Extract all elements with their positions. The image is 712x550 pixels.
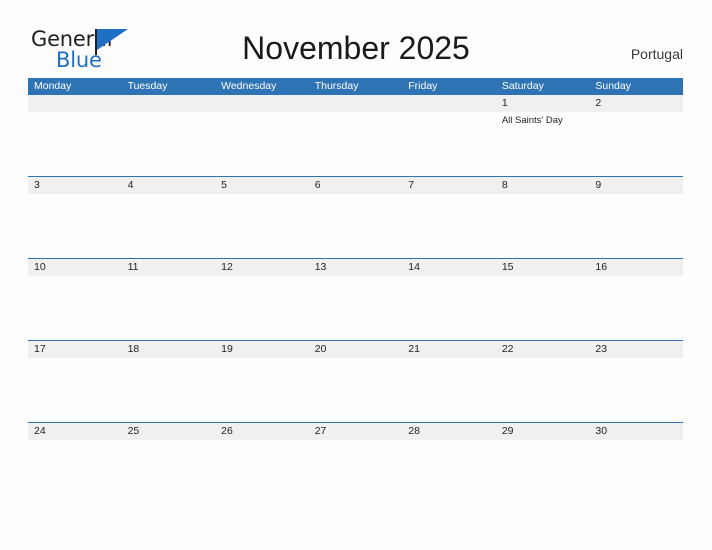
page-header: General Blue November 2025 Portugal: [0, 0, 712, 78]
week-date-band: 3 4 5 6 7 8 9: [28, 177, 683, 194]
week-row: 24 25 26 27 28 29 30: [28, 422, 683, 504]
day-number[interactable]: 14: [402, 259, 496, 276]
day-cell[interactable]: [215, 276, 309, 339]
day-cell[interactable]: [215, 194, 309, 257]
day-number[interactable]: 24: [28, 423, 122, 440]
day-number[interactable]: 18: [122, 341, 216, 358]
calendar-grid: Monday Tuesday Wednesday Thursday Friday…: [28, 78, 683, 504]
day-cell[interactable]: [402, 276, 496, 339]
day-number[interactable]: 20: [309, 341, 403, 358]
day-cell[interactable]: [402, 440, 496, 503]
week-date-band: 10 11 12 13 14 15 16: [28, 259, 683, 276]
day-number[interactable]: 3: [28, 177, 122, 194]
day-cell[interactable]: [28, 440, 122, 503]
region-label: Portugal: [630, 46, 683, 62]
day-number[interactable]: 25: [122, 423, 216, 440]
day-number[interactable]: 16: [589, 259, 683, 276]
day-number[interactable]: 8: [496, 177, 590, 194]
day-cell[interactable]: [122, 358, 216, 421]
week-body-band: All Saints' Day: [28, 112, 683, 175]
day-number[interactable]: 15: [496, 259, 590, 276]
day-number[interactable]: [28, 95, 122, 112]
day-cell[interactable]: [309, 440, 403, 503]
day-number[interactable]: 21: [402, 341, 496, 358]
day-number[interactable]: 2: [589, 95, 683, 112]
day-cell[interactable]: [589, 358, 683, 421]
week-row: 1 2 All Saints' Day: [28, 95, 683, 176]
week-row: 3 4 5 6 7 8 9: [28, 176, 683, 258]
week-body-band: [28, 358, 683, 421]
day-cell[interactable]: [589, 194, 683, 257]
day-number[interactable]: 7: [402, 177, 496, 194]
day-cell[interactable]: [28, 358, 122, 421]
day-number[interactable]: 27: [309, 423, 403, 440]
week-row: 10 11 12 13 14 15 16: [28, 258, 683, 340]
week-body-band: [28, 276, 683, 339]
page-title: November 2025: [242, 30, 470, 66]
day-cell[interactable]: [215, 358, 309, 421]
day-number[interactable]: 28: [402, 423, 496, 440]
day-cell[interactable]: [28, 112, 122, 175]
day-number[interactable]: 26: [215, 423, 309, 440]
day-number[interactable]: 23: [589, 341, 683, 358]
day-cell[interactable]: [496, 276, 590, 339]
day-cell[interactable]: [28, 276, 122, 339]
day-number[interactable]: [215, 95, 309, 112]
day-number[interactable]: 9: [589, 177, 683, 194]
day-cell[interactable]: [402, 194, 496, 257]
week-date-band: 17 18 19 20 21 22 23: [28, 341, 683, 358]
day-cell[interactable]: [309, 276, 403, 339]
week-date-band: 24 25 26 27 28 29 30: [28, 423, 683, 440]
calendar-page: General Blue November 2025 Portugal Mond…: [0, 0, 712, 550]
day-cell[interactable]: [122, 276, 216, 339]
day-cell[interactable]: All Saints' Day: [496, 112, 590, 175]
day-cell[interactable]: [496, 358, 590, 421]
week-body-band: [28, 440, 683, 503]
weekday-header-sunday: Sunday: [595, 80, 631, 92]
event-label: All Saints' Day: [501, 115, 563, 126]
weekday-header-thursday: Thursday: [314, 80, 359, 92]
weekday-header-tuesday: Tuesday: [127, 80, 168, 92]
day-number[interactable]: 19: [215, 341, 309, 358]
day-cell[interactable]: [402, 358, 496, 421]
day-cell[interactable]: [402, 112, 496, 175]
day-cell[interactable]: [28, 194, 122, 257]
week-row: 17 18 19 20 21 22 23: [28, 340, 683, 422]
day-cell[interactable]: [496, 194, 590, 257]
day-cell[interactable]: [309, 112, 403, 175]
day-cell[interactable]: [309, 358, 403, 421]
day-number[interactable]: [402, 95, 496, 112]
weekday-header-friday: Friday: [408, 80, 438, 92]
day-cell[interactable]: [215, 112, 309, 175]
day-number[interactable]: [309, 95, 403, 112]
day-cell[interactable]: [122, 194, 216, 257]
day-number[interactable]: 11: [122, 259, 216, 276]
week-date-band: 1 2: [28, 95, 683, 112]
day-cell[interactable]: [215, 440, 309, 503]
day-cell[interactable]: [589, 440, 683, 503]
day-number[interactable]: 6: [309, 177, 403, 194]
day-number[interactable]: 17: [28, 341, 122, 358]
day-number[interactable]: 10: [28, 259, 122, 276]
day-number[interactable]: 13: [309, 259, 403, 276]
day-cell[interactable]: [496, 440, 590, 503]
day-number[interactable]: 12: [215, 259, 309, 276]
day-number[interactable]: [122, 95, 216, 112]
week-body-band: [28, 194, 683, 257]
day-number[interactable]: 30: [589, 423, 683, 440]
weekday-header-wednesday: Wednesday: [221, 80, 277, 92]
day-number[interactable]: 5: [215, 177, 309, 194]
day-cell[interactable]: [589, 276, 683, 339]
day-cell[interactable]: [122, 112, 216, 175]
weekday-header-monday: Monday: [34, 80, 72, 92]
day-cell[interactable]: [589, 112, 683, 175]
day-number[interactable]: 22: [496, 341, 590, 358]
day-cell[interactable]: [309, 194, 403, 257]
weekday-header-row: Monday Tuesday Wednesday Thursday Friday…: [28, 78, 683, 95]
day-number[interactable]: 4: [122, 177, 216, 194]
day-number[interactable]: 29: [496, 423, 590, 440]
day-cell[interactable]: [122, 440, 216, 503]
day-number[interactable]: 1: [496, 95, 590, 112]
weekday-header-saturday: Saturday: [501, 80, 544, 92]
